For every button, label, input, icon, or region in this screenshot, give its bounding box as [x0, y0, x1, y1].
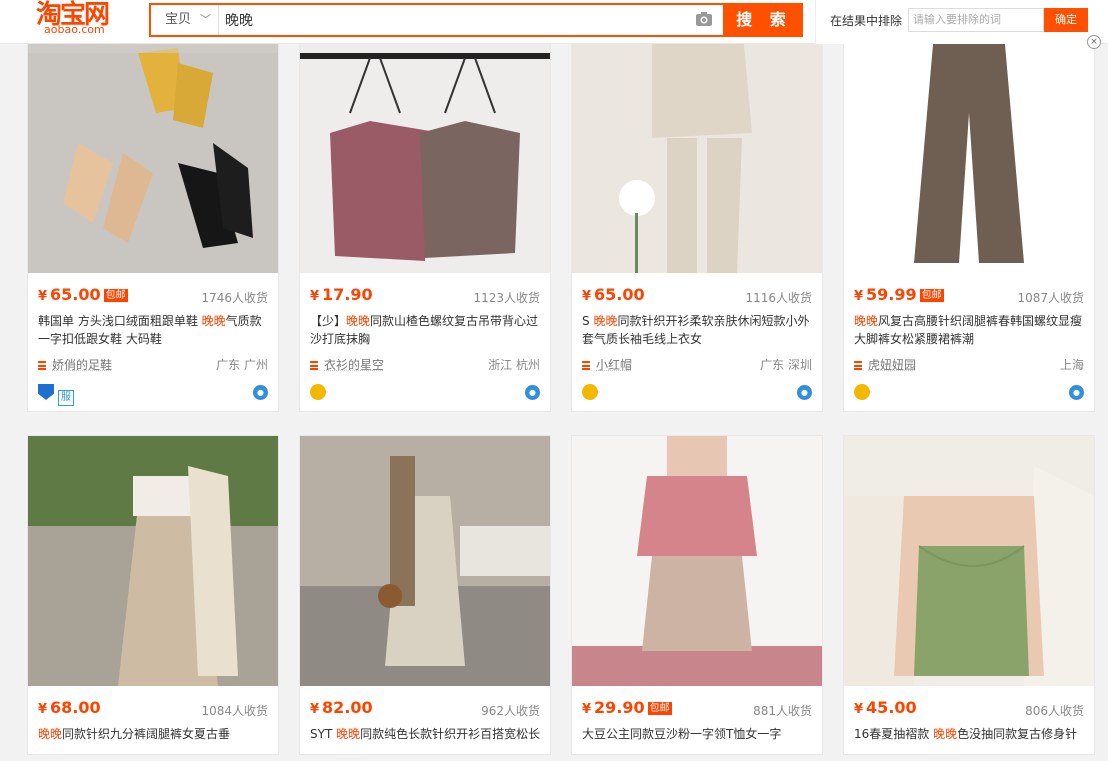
product-image[interactable] [28, 23, 278, 273]
product-title[interactable]: 韩国单 方头浅口绒面粗跟单鞋 晚晚气质款一字扣低跟女鞋 大码鞋 [38, 312, 270, 348]
free-shipping-badge: 包邮 [920, 289, 944, 302]
shop-icon [854, 361, 862, 370]
exclude-panel: 在结果中排除 请输入要排除的词 确定 × [815, 0, 1095, 44]
service-icon: 服 [58, 390, 74, 406]
product-image[interactable] [300, 23, 550, 273]
camera-icon[interactable] [695, 11, 713, 27]
shop-icon [38, 361, 46, 370]
sales-count: 881人收货 [753, 702, 812, 719]
sales-count: 1087人收货 [1017, 289, 1084, 306]
product-card[interactable]: ¥68.00 1084人收货 晚晚同款针织九分裤阔腿裤女夏古垂 [27, 435, 279, 755]
sales-count: 962人收货 [481, 702, 540, 719]
shop-location: 广东 广州 [216, 356, 268, 373]
price-value: 29.90 [594, 698, 645, 717]
product-image[interactable] [844, 23, 1094, 273]
shop-link[interactable]: 娇俏的足鞋 [38, 356, 112, 373]
product-title[interactable]: 16春夏抽褶款 晚晚色没抽同款复古修身针 [854, 725, 1086, 761]
shop-link[interactable]: 虎妞妞园 [854, 356, 916, 373]
shop-link[interactable]: 衣衫的星空 [310, 356, 384, 373]
gold-seller-icon [854, 384, 870, 400]
product-price: ¥65.00 [582, 285, 645, 304]
product-price: ¥17.90 [310, 285, 373, 304]
sales-count: 1116人收货 [745, 289, 812, 306]
product-title[interactable]: SYT 晚晚同款纯色长款针织开衫百搭宽松长 [310, 725, 542, 761]
shop-name: 虎妞妞园 [868, 358, 916, 372]
product-image[interactable] [300, 436, 550, 686]
taobao-logo[interactable]: 淘宝网 aobao.com [36, 2, 126, 38]
chat-icon[interactable]: ● [525, 385, 540, 400]
free-shipping-badge: 包邮 [648, 702, 672, 715]
product-price: ¥68.00 [38, 698, 101, 717]
product-title[interactable]: 晚晚风复古高腰针织阔腿裤春韩国螺纹显瘦大脚裤女松紧腰裙裤潮 [854, 312, 1086, 348]
search-input[interactable] [225, 5, 685, 35]
price-value: 82.00 [322, 698, 373, 717]
product-image[interactable] [572, 23, 822, 273]
product-price: ¥82.00 [310, 698, 373, 717]
price-value: 45.00 [866, 698, 917, 717]
top-search-bar: 淘宝网 aobao.com 宝贝 ﹀ 搜 索 在结果中排除 请输入要排除的词 确… [0, 0, 1108, 44]
price-value: 65.00 [50, 285, 101, 304]
shop-location: 上海 [1060, 356, 1084, 373]
service-badges [854, 384, 874, 400]
exclude-confirm-button[interactable]: 确定 [1044, 8, 1088, 32]
sales-count: 806人收货 [1025, 702, 1084, 719]
shop-link[interactable]: 小红帽 [582, 356, 632, 373]
product-card[interactable]: ¥82.00 962人收货 SYT 晚晚同款纯色长款针织开衫百搭宽松长 [299, 435, 551, 755]
chevron-down-icon: ﹀ [200, 5, 211, 35]
product-price: ¥29.90 包邮 [582, 698, 672, 717]
shop-location: 广东 深圳 [760, 356, 812, 373]
exclude-input[interactable]: 请输入要排除的词 [908, 8, 1044, 32]
gold-seller-icon [310, 384, 326, 400]
product-title[interactable]: 【少】晚晚同款山楂色螺纹复古吊带背心过沙打底抹胸 [310, 312, 542, 348]
shop-icon [310, 361, 318, 370]
chat-icon[interactable]: ● [253, 385, 268, 400]
search-type-label: 宝贝 [165, 12, 191, 27]
price-value: 68.00 [50, 698, 101, 717]
shop-name: 小红帽 [596, 358, 632, 372]
shop-icon [582, 361, 590, 370]
product-card[interactable]: ¥29.90 包邮 881人收货 大豆公主同款豆沙粉一字领T恤女一字 [571, 435, 823, 755]
sales-count: 1746人收货 [201, 289, 268, 306]
product-card[interactable]: ¥17.90 1123人收货 【少】晚晚同款山楂色螺纹复古吊带背心过沙打底抹胸 … [299, 22, 551, 412]
logo-subtext: aobao.com [44, 24, 105, 36]
product-image[interactable] [844, 436, 1094, 686]
shop-name: 娇俏的足鞋 [52, 358, 112, 372]
search-type-select[interactable]: 宝贝 ﹀ [151, 5, 219, 35]
product-image[interactable] [572, 436, 822, 686]
shop-location: 浙江 杭州 [488, 356, 540, 373]
price-value: 17.90 [322, 285, 373, 304]
price-value: 65.00 [594, 285, 645, 304]
service-badges [310, 384, 330, 400]
product-title[interactable]: 晚晚同款针织九分裤阔腿裤女夏古垂 [38, 725, 270, 761]
service-badges [582, 384, 602, 400]
search-box: 宝贝 ﹀ [149, 3, 725, 37]
chat-icon[interactable]: ● [1069, 385, 1084, 400]
price-value: 59.99 [866, 285, 917, 304]
shield-icon [38, 384, 54, 400]
service-badges: 服 [38, 384, 74, 400]
product-price: ¥59.99 包邮 [854, 285, 944, 304]
chat-icon[interactable]: ● [797, 385, 812, 400]
shop-name: 衣衫的星空 [324, 358, 384, 372]
product-title[interactable]: S 晚晚同款针织开衫柔软亲肤休闲短款小外套气质长袖毛线上衣女 [582, 312, 814, 348]
sales-count: 1123人收货 [473, 289, 540, 306]
gold-seller-icon [582, 384, 598, 400]
product-card[interactable]: ¥59.99 包邮 1087人收货 晚晚风复古高腰针织阔腿裤春韩国螺纹显瘦大脚裤女… [843, 22, 1095, 412]
product-card[interactable]: ¥65.00 包邮 1746人收货 韩国单 方头浅口绒面粗跟单鞋 晚晚气质款一字扣… [27, 22, 279, 412]
free-shipping-badge: 包邮 [104, 289, 128, 302]
product-image[interactable] [28, 436, 278, 686]
search-button[interactable]: 搜 索 [725, 3, 803, 37]
product-price: ¥45.00 [854, 698, 917, 717]
close-icon[interactable]: × [1087, 35, 1101, 49]
exclude-label: 在结果中排除 [830, 12, 902, 29]
sales-count: 1084人收货 [201, 702, 268, 719]
product-card[interactable]: ¥45.00 806人收货 16春夏抽褶款 晚晚色没抽同款复古修身针 [843, 435, 1095, 755]
product-card[interactable]: ¥65.00 1116人收货 S 晚晚同款针织开衫柔软亲肤休闲短款小外套气质长袖… [571, 22, 823, 412]
product-price: ¥65.00 包邮 [38, 285, 128, 304]
product-title[interactable]: 大豆公主同款豆沙粉一字领T恤女一字 [582, 725, 814, 761]
